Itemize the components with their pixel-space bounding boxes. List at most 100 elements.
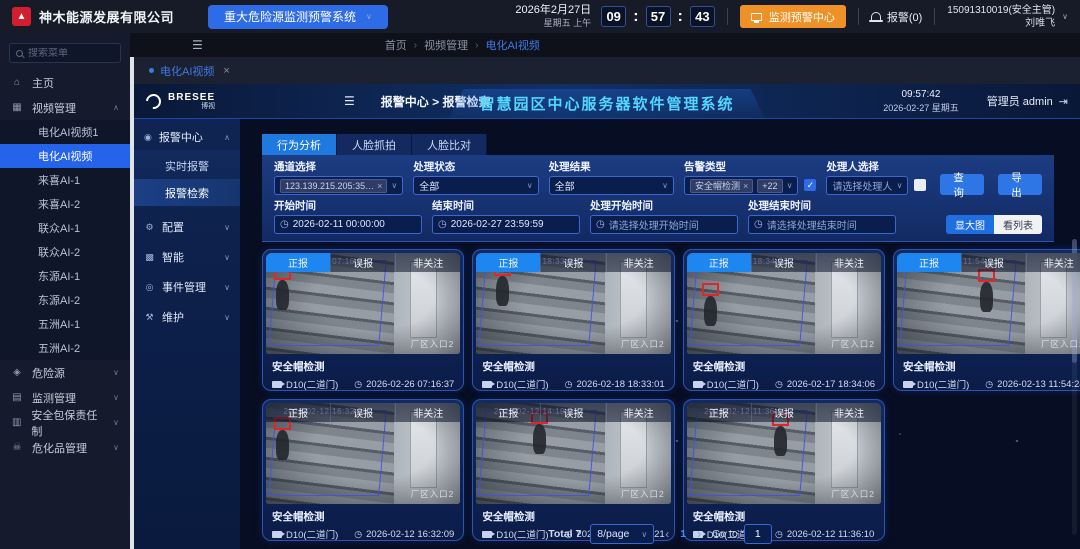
page-size-select[interactable]: 8/page	[590, 524, 654, 544]
confirm-button[interactable]: 正报	[266, 403, 330, 422]
sidebar-collapse-button[interactable]	[192, 38, 203, 52]
alarm-card[interactable]: 2026-02-17 18:34:06 厂区入口2 正报 误报 非关注 安全帽检…	[683, 249, 885, 391]
ignore-button[interactable]: 非关注	[1026, 253, 1080, 272]
sidebar-item-video-management[interactable]: 视频管理	[0, 95, 130, 120]
current-page[interactable]: 1	[680, 528, 686, 540]
sidebar-subitem[interactable]: 联众AI-2	[0, 240, 130, 264]
logout-icon[interactable]	[1059, 95, 1068, 108]
prev-page-button[interactable]	[663, 527, 671, 541]
search-input[interactable]	[28, 48, 114, 59]
remove-tag-icon[interactable]	[377, 181, 382, 191]
export-button[interactable]: 导出	[998, 174, 1042, 195]
admin-user-menu[interactable]: 管理员 admin	[987, 93, 1068, 109]
confirm-button[interactable]: 正报	[266, 253, 330, 272]
handle-end-input[interactable]: 请选择处理结束时间	[748, 215, 896, 234]
sidebar-subitem[interactable]: 五洲AI-1	[0, 312, 130, 336]
sidebar-subitem[interactable]: 五洲AI-2	[0, 336, 130, 360]
user-menu[interactable]: 15091310019(安全主管) 刘唯飞	[947, 4, 1055, 30]
alarm-card[interactable]: 2026-02-12 14:19:21 厂区入口2 正报 误报 非关注 安全帽检…	[472, 399, 674, 541]
ignore-button[interactable]: 非关注	[395, 253, 460, 272]
analysis-tab-label: 人脸抓拍	[352, 137, 396, 153]
inner-submenu-item[interactable]: 实时报警	[134, 152, 240, 179]
confirm-button[interactable]: 正报	[476, 403, 540, 422]
analysis-tab[interactable]: 人脸抓拍	[337, 134, 412, 155]
inner-menu-item[interactable]: 配置	[134, 212, 240, 242]
alarm-snapshot: 2026-02-12 16:32:09 厂区入口2 正报 误报 非关注	[266, 403, 460, 504]
alarm-card[interactable]: 2026-02-13 11:54:24 厂区入口2 正报 误报 非关注 安全帽检…	[893, 249, 1080, 391]
false-alarm-button[interactable]: 误报	[330, 253, 395, 272]
menu-alarm-center[interactable]: 报警中心	[134, 124, 240, 150]
inner-menu-item[interactable]: 维护	[134, 302, 240, 332]
select-all-types-checkbox[interactable]	[804, 179, 816, 191]
confirm-button[interactable]: 正报	[687, 253, 751, 272]
confirm-button[interactable]: 正报	[476, 253, 540, 272]
view-list-button[interactable]: 看列表	[994, 215, 1042, 234]
alarm-card[interactable]: 2026-02-26 07:16:37 厂区入口2 正报 误报 非关注 安全帽检…	[262, 249, 464, 391]
card-action-row: 正报 误报 非关注	[476, 253, 670, 272]
result-select[interactable]: 全部	[549, 176, 674, 195]
alarm-card[interactable]: 2026-02-12 11:36:10 厂区入口2 正报 误报 非关注 安全帽检…	[683, 399, 885, 541]
sidebar-subitem[interactable]: 来喜AI-1	[0, 168, 130, 192]
ignore-button[interactable]: 非关注	[606, 403, 671, 422]
inner-submenu-item[interactable]: 报警检索	[134, 179, 240, 206]
alarm-bell-button[interactable]: 报警(0)	[871, 9, 922, 25]
system-select-button[interactable]: 重大危险源监测预警系统	[208, 5, 388, 29]
inner-menu-item[interactable]: 智能	[134, 242, 240, 272]
close-tab-icon[interactable]	[223, 65, 229, 77]
analysis-tab[interactable]: 人脸比对	[412, 134, 487, 155]
confirm-button[interactable]: 正报	[687, 403, 751, 422]
sidebar-item[interactable]: 安全包保责任制	[0, 410, 130, 435]
sidebar-item[interactable]: 危化品管理	[0, 435, 130, 460]
sidebar-item-home[interactable]: 主页	[0, 70, 130, 95]
analysis-tab[interactable]: 行为分析	[262, 134, 337, 155]
inner-menu-label: 配置	[162, 219, 184, 235]
goto-page-input[interactable]	[744, 524, 772, 544]
false-alarm-button[interactable]: 误报	[540, 403, 605, 422]
alarm-card[interactable]: 2026-02-18 18:33:01 厂区入口2 正报 误报 非关注 安全帽检…	[472, 249, 674, 391]
query-button[interactable]: 查询	[940, 174, 984, 195]
inner-menu-item[interactable]: 事件管理	[134, 272, 240, 302]
false-alarm-button[interactable]: 误报	[540, 253, 605, 272]
chevron-down-icon	[113, 368, 119, 377]
breadcrumb-home[interactable]: 首页	[385, 37, 407, 53]
alarm-card[interactable]: 2026-02-12 16:32:09 厂区入口2 正报 误报 非关注 安全帽检…	[262, 399, 464, 541]
sidebar-item[interactable]: 危险源	[0, 360, 130, 385]
status-select[interactable]: 全部	[413, 176, 538, 195]
handler-select[interactable]: 请选择处理人	[826, 176, 908, 195]
sidebar-subitem[interactable]: 电化AI视频	[0, 144, 130, 168]
breadcrumb-section[interactable]: 视频管理	[424, 37, 468, 53]
ignore-button[interactable]: 非关注	[816, 403, 881, 422]
false-alarm-button[interactable]: 误报	[330, 403, 395, 422]
status-filter-label: 处理状态	[413, 161, 538, 173]
chevron-down-icon	[1062, 12, 1068, 21]
content-scrollbar[interactable]	[1072, 239, 1077, 535]
sidebar-subitem[interactable]: 东源AI-2	[0, 288, 130, 312]
person-silhouette	[704, 296, 717, 326]
end-time-input[interactable]: 2026-02-27 23:59:59	[432, 215, 580, 234]
inner-collapse-button[interactable]	[344, 94, 355, 108]
false-alarm-button[interactable]: 误报	[751, 403, 816, 422]
sidebar-subitem[interactable]: 东源AI-1	[0, 264, 130, 288]
monitor-center-button[interactable]: 监测预警中心	[740, 5, 846, 28]
remove-tag-icon[interactable]	[743, 181, 748, 191]
chevron-down-icon	[897, 181, 903, 190]
sidebar-subitem[interactable]: 电化AI视频1	[0, 120, 130, 144]
ignore-button[interactable]: 非关注	[816, 253, 881, 272]
view-large-button[interactable]: 显大图	[946, 215, 994, 234]
page-tab-label[interactable]: 电化AI视频	[160, 63, 214, 79]
false-alarm-button[interactable]: 误报	[961, 253, 1026, 272]
next-page-button[interactable]	[695, 527, 703, 541]
sidebar-subitem[interactable]: 来喜AI-2	[0, 192, 130, 216]
sidebar-subitem[interactable]: 联众AI-1	[0, 216, 130, 240]
confirm-button[interactable]: 正报	[897, 253, 961, 272]
ignore-button[interactable]: 非关注	[606, 253, 671, 272]
handle-start-input[interactable]: 请选择处理开始时间	[590, 215, 738, 234]
chevron-down-icon	[366, 12, 372, 21]
handler-checkbox[interactable]	[914, 179, 926, 191]
false-alarm-button[interactable]: 误报	[751, 253, 816, 272]
channel-select[interactable]: 123.139.215.205:35…	[274, 176, 403, 195]
ignore-button[interactable]: 非关注	[395, 403, 460, 422]
start-time-input[interactable]: 2026-02-11 00:00:00	[274, 215, 422, 234]
menu-search-box[interactable]	[9, 43, 121, 63]
alarm-type-select[interactable]: 安全帽检测 +22	[684, 176, 798, 195]
